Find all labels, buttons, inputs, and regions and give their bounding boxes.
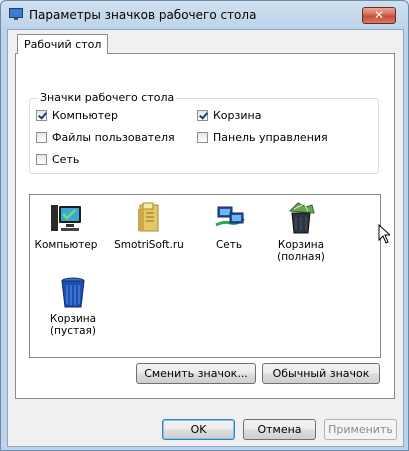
checkbox-label: Панель управления bbox=[213, 131, 328, 144]
ok-button[interactable]: OK bbox=[162, 419, 235, 440]
checkbox-label: Корзина bbox=[213, 109, 262, 122]
group-label: Значки рабочего стола bbox=[38, 91, 177, 104]
cancel-button[interactable]: Отмена bbox=[243, 419, 316, 440]
mouse-cursor-icon bbox=[378, 224, 390, 244]
checkbox-recycle-bin[interactable]: Корзина bbox=[197, 109, 261, 122]
list-item-recycle-bin-full[interactable]: Корзина (полная) bbox=[266, 201, 336, 263]
checkbox-network[interactable]: Сеть bbox=[36, 153, 79, 166]
desktop-icons-group: Значки рабочего стола Компьютер Корзина … bbox=[29, 91, 379, 174]
tab-desktop[interactable]: Рабочий стол bbox=[17, 34, 109, 54]
checkbox-control-panel[interactable]: Панель управления bbox=[197, 131, 328, 144]
desktop-icon bbox=[9, 8, 23, 20]
icon-label: Корзина (пустая) bbox=[49, 313, 97, 337]
close-button[interactable]: ✕ bbox=[362, 7, 396, 24]
user-files-icon bbox=[138, 202, 159, 232]
checkbox-label: Сеть bbox=[52, 153, 80, 166]
tab-panel: Значки рабочего стола Компьютер Корзина … bbox=[15, 53, 395, 399]
computer-icon bbox=[51, 205, 81, 231]
dialog-client: Рабочий стол Значки рабочего стола Компь… bbox=[7, 29, 404, 447]
list-item-computer[interactable]: Компьютер bbox=[31, 201, 101, 251]
checkbox-box[interactable] bbox=[197, 132, 208, 143]
apply-button[interactable]: Применить bbox=[324, 419, 397, 440]
checkbox-box[interactable] bbox=[36, 110, 47, 121]
list-item-user-files[interactable]: SmotriSoft.ru bbox=[114, 201, 184, 251]
icon-label: Компьютер bbox=[34, 239, 98, 251]
list-item-recycle-bin-empty[interactable]: Корзина (пустая) bbox=[38, 275, 108, 337]
window-title: Параметры значков рабочего стола bbox=[29, 8, 257, 22]
list-item-network[interactable]: Сеть bbox=[194, 201, 264, 251]
icon-label: Сеть bbox=[215, 239, 243, 251]
default-icon-button[interactable]: Обычный значок bbox=[262, 363, 380, 384]
title-bar[interactable]: Параметры значков рабочего стола ✕ bbox=[1, 1, 408, 29]
checkbox-box[interactable] bbox=[197, 110, 208, 121]
checkbox-label: Компьютер bbox=[52, 109, 118, 122]
icon-label: Корзина (полная) bbox=[277, 239, 325, 263]
icon-list[interactable]: Компьютер SmotriSoft.ru Сеть Корзина (по… bbox=[29, 194, 381, 358]
icon-label: SmotriSoft.ru bbox=[114, 239, 184, 251]
recycle-bin-empty-icon bbox=[61, 277, 85, 308]
checkbox-box[interactable] bbox=[36, 154, 47, 165]
checkbox-label: Файлы пользователя bbox=[52, 131, 175, 144]
checkbox-box[interactable] bbox=[36, 132, 47, 143]
network-icon bbox=[215, 206, 245, 227]
recycle-bin-full-icon bbox=[288, 202, 315, 234]
checkbox-computer[interactable]: Компьютер bbox=[36, 109, 118, 122]
dialog-window: Параметры значков рабочего стола ✕ Рабоч… bbox=[0, 0, 409, 451]
checkbox-user-files[interactable]: Файлы пользователя bbox=[36, 131, 175, 144]
change-icon-button[interactable]: Сменить значок... bbox=[136, 363, 256, 384]
